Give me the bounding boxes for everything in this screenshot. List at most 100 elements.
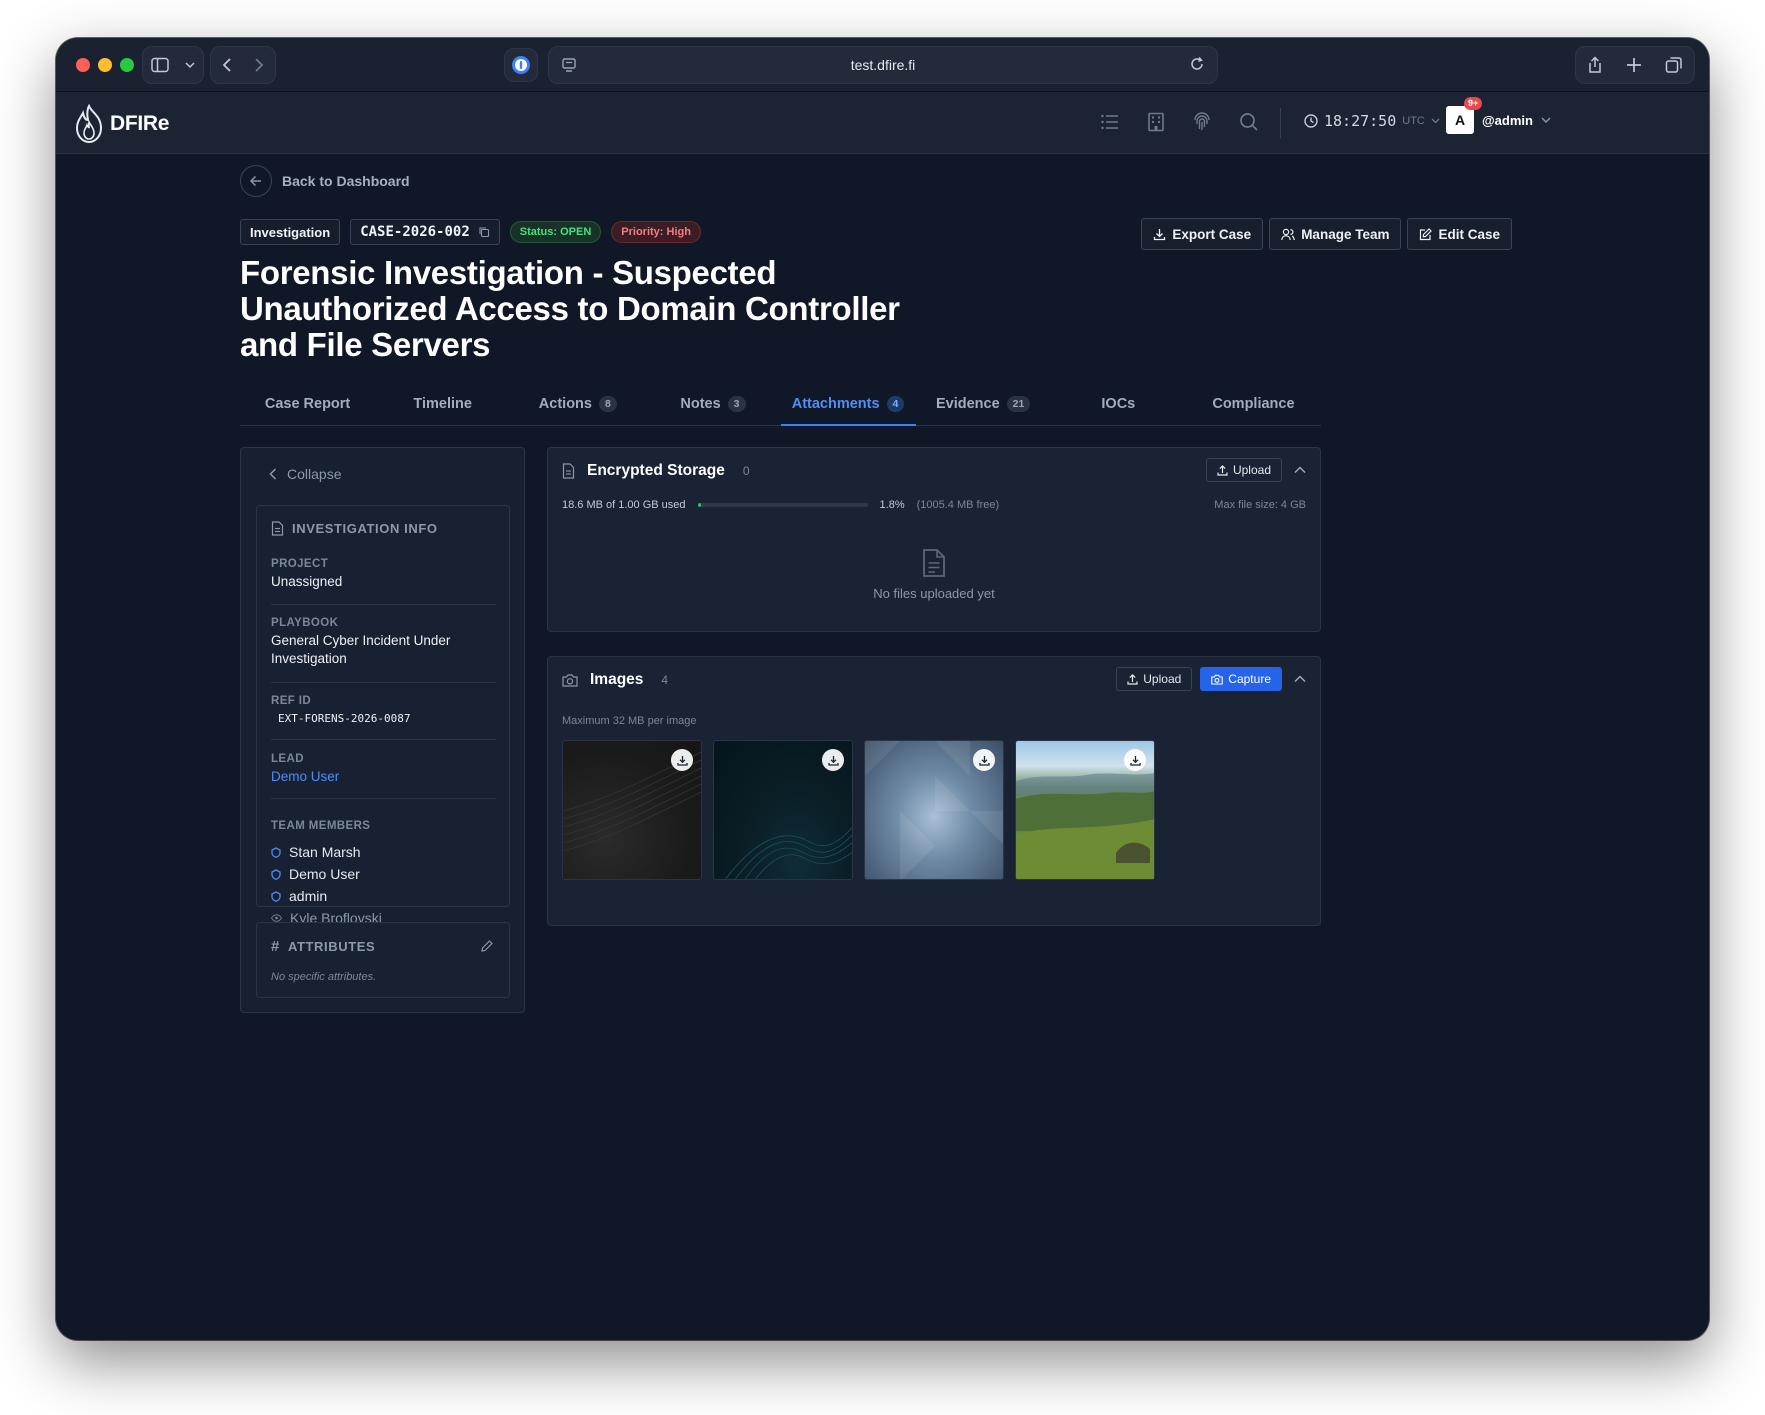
image-thumbnail[interactable]: [1015, 740, 1155, 880]
attributes-card: # ATTRIBUTES No specific attributes.: [256, 922, 510, 998]
status-badge: Status: OPEN: [509, 221, 602, 243]
tab-label: Notes: [680, 395, 721, 412]
capture-button[interactable]: Capture: [1200, 667, 1282, 691]
chevron-down-icon: [1431, 118, 1440, 124]
page-settings-icon[interactable]: [561, 57, 577, 76]
manage-team-button[interactable]: Manage Team: [1269, 218, 1402, 250]
image-size-limit: Maximum 32 MB per image: [562, 715, 697, 727]
case-id: CASE-2026-002: [360, 224, 470, 240]
building-icon[interactable]: [1147, 112, 1165, 137]
list-icon[interactable]: [1100, 112, 1120, 137]
utc-clock[interactable]: 18:27:50 UTC: [1304, 112, 1440, 130]
investigation-info-heading: INVESTIGATION INFO: [271, 521, 438, 536]
tab-evidence[interactable]: Evidence 21: [916, 382, 1051, 425]
download-icon[interactable]: [1124, 749, 1146, 771]
minimize-window-button[interactable]: [98, 58, 112, 72]
tab-actions[interactable]: Actions 8: [510, 382, 645, 425]
case-type-badge: Investigation: [240, 219, 341, 245]
download-icon[interactable]: [973, 749, 995, 771]
app-logo[interactable]: DFIRe: [72, 104, 169, 144]
tab-compliance[interactable]: Compliance: [1186, 382, 1321, 425]
edit-case-label: Edit Case: [1438, 226, 1500, 242]
collapse-panel-icon[interactable]: [1294, 461, 1306, 479]
tab-label: Actions: [538, 395, 592, 412]
tab-attachments[interactable]: Attachments 4: [780, 382, 916, 426]
image-thumbnail[interactable]: [864, 740, 1004, 880]
tab-notes[interactable]: Notes 3: [645, 382, 780, 425]
empty-state: No files uploaded yet: [548, 548, 1320, 601]
max-file-size: Max file size: 4 GB: [1214, 499, 1306, 511]
password-manager-button[interactable]: [504, 48, 538, 82]
reload-icon[interactable]: [1189, 56, 1205, 75]
share-icon[interactable]: [1587, 56, 1603, 74]
case-actions: Export Case Manage Team Edit Case: [1141, 218, 1512, 250]
images-count: 4: [661, 673, 669, 687]
back-arrow-icon[interactable]: [222, 57, 232, 73]
collapse-sidebar-button[interactable]: Collapse: [269, 466, 341, 482]
tab-timeline[interactable]: Timeline: [375, 382, 510, 425]
document-icon: [562, 463, 575, 479]
export-case-button[interactable]: Export Case: [1141, 218, 1264, 250]
edit-icon: [1420, 227, 1433, 240]
export-case-label: Export Case: [1172, 226, 1252, 242]
encrypted-storage-header: Encrypted Storage 0: [562, 462, 750, 480]
hash-icon: #: [271, 938, 280, 955]
collapse-panel-icon[interactable]: [1294, 670, 1306, 688]
username: @admin: [1482, 112, 1533, 128]
divider: [271, 798, 496, 799]
clock-time: 18:27:50: [1324, 112, 1397, 130]
address-bar[interactable]: test.dfire.fi: [548, 46, 1218, 84]
lead-user-link[interactable]: Demo User: [271, 768, 496, 786]
new-tab-icon[interactable]: [1626, 57, 1642, 73]
forward-arrow-icon[interactable]: [254, 57, 264, 73]
tab-label: Timeline: [413, 395, 472, 412]
header-divider: [1280, 108, 1281, 138]
brand-name: DFIRe: [110, 112, 170, 135]
edit-case-button[interactable]: Edit Case: [1407, 218, 1512, 250]
storage-free: (1005.4 MB free): [916, 499, 1000, 511]
image-thumbnail[interactable]: [562, 740, 702, 880]
search-icon[interactable]: [1239, 112, 1259, 137]
tab-iocs[interactable]: IOCs: [1051, 382, 1186, 425]
flame-logo-icon: [75, 104, 103, 144]
chevron-down-icon: [1541, 117, 1551, 123]
team-member: Demo User: [271, 866, 360, 882]
notification-badge[interactable]: 9+: [1464, 97, 1483, 110]
tab-count-badge: 21: [1006, 395, 1031, 412]
investigation-info-card: INVESTIGATION INFO PROJECT Unassigned PL…: [256, 505, 510, 926]
download-icon[interactable]: [822, 749, 844, 771]
tab-count-badge: 3: [727, 395, 746, 412]
avatar[interactable]: A 9+: [1446, 97, 1483, 134]
tab-overview-icon[interactable]: [1665, 56, 1683, 74]
back-label: Back to Dashboard: [282, 173, 410, 189]
shield-icon: [271, 846, 281, 858]
case-id-badge[interactable]: CASE-2026-002: [350, 219, 500, 245]
back-to-dashboard-link[interactable]: Back to Dashboard: [240, 165, 410, 197]
divider: [271, 682, 496, 683]
tab-label: Evidence: [936, 395, 1000, 412]
storage-upload-button[interactable]: Upload: [1205, 458, 1282, 482]
avatar-initial: A: [1454, 112, 1466, 128]
tab-case-report[interactable]: Case Report: [240, 382, 375, 425]
camera-icon: [1211, 674, 1224, 685]
attributes-heading: # ATTRIBUTES: [271, 938, 376, 955]
download-icon[interactable]: [671, 749, 693, 771]
lead-label: LEAD: [271, 753, 304, 765]
copy-icon[interactable]: [478, 226, 490, 238]
edit-attributes-icon[interactable]: [481, 939, 493, 957]
clock-timezone: UTC: [1402, 115, 1425, 127]
encrypted-storage-title: Encrypted Storage: [587, 462, 725, 479]
fingerprint-icon[interactable]: [1192, 112, 1212, 137]
team-members-label: TEAM MEMBERS: [271, 820, 371, 832]
back-arrow-icon: [240, 165, 272, 197]
divider: [271, 604, 496, 605]
close-window-button[interactable]: [76, 58, 90, 72]
image-thumbnail[interactable]: [713, 740, 853, 880]
maximize-window-button[interactable]: [120, 58, 134, 72]
case-sidebar: Collapse INVESTIGATION INFO PROJECT Unas…: [240, 447, 525, 1013]
sidebar-toggle-button[interactable]: [142, 46, 204, 84]
images-upload-button[interactable]: Upload: [1116, 667, 1193, 691]
user-menu[interactable]: A 9+ @admin: [1446, 97, 1551, 134]
clock-icon: [1304, 114, 1318, 128]
tab-count-badge: 8: [598, 395, 617, 412]
